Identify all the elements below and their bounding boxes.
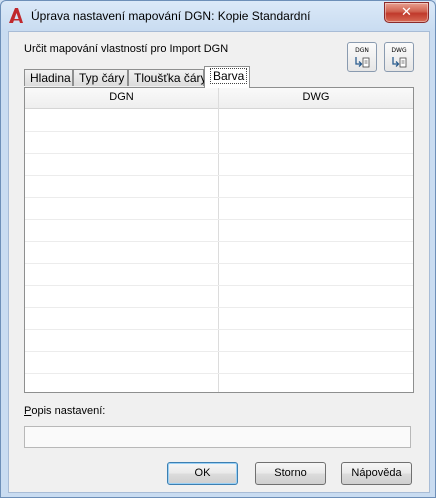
cancel-button[interactable]: Storno (255, 462, 326, 485)
tab-tloustka-cary[interactable]: Tloušťka čáry (128, 69, 207, 86)
table-row[interactable] (25, 307, 413, 330)
table-row[interactable] (25, 219, 413, 242)
import-dgn-button[interactable]: DGN (347, 42, 377, 72)
table-row[interactable] (25, 197, 413, 220)
table-header: DGN DWG (25, 88, 413, 109)
table-row[interactable] (25, 109, 413, 132)
tab-hladina[interactable]: Hladina (24, 69, 73, 86)
tab-barva[interactable]: Barva (204, 66, 250, 88)
mapping-table[interactable]: DGN DWG (24, 87, 414, 393)
ok-button[interactable]: OK (167, 462, 238, 485)
help-button[interactable]: Nápověda (341, 462, 412, 485)
close-icon: ✕ (401, 5, 412, 20)
dialog-body: Určit mapování vlastností pro Import DGN… (8, 31, 430, 493)
import-dwg-icon (392, 57, 407, 68)
table-row[interactable] (25, 131, 413, 154)
import-dgn-icon (355, 57, 370, 68)
title-bar[interactable]: Úprava nastavení mapování DGN: Kopie Sta… (1, 1, 435, 31)
table-row[interactable] (25, 241, 413, 264)
table-row[interactable] (25, 175, 413, 198)
description-label-text: opis nastavení: (31, 405, 106, 417)
description-field[interactable] (24, 426, 411, 448)
import-dgn-label: DGN (355, 47, 369, 54)
table-row[interactable] (25, 153, 413, 176)
window-title: Úprava nastavení mapování DGN: Kopie Sta… (31, 9, 311, 23)
column-header-dgn[interactable]: DGN (25, 91, 218, 103)
tab-barva-label: Barva (210, 68, 248, 84)
table-row[interactable] (25, 373, 413, 392)
close-button[interactable]: ✕ (384, 2, 429, 23)
table-row[interactable] (25, 329, 413, 352)
table-row[interactable] (25, 351, 413, 374)
import-dwg-label: DWG (391, 47, 407, 54)
table-row[interactable] (25, 263, 413, 286)
tab-typ-cary[interactable]: Typ čáry (73, 69, 128, 86)
import-dwg-button[interactable]: DWG (384, 42, 414, 72)
description-label: Popis nastavení: (24, 405, 105, 417)
autocad-app-icon (9, 8, 23, 23)
column-header-dwg[interactable]: DWG (219, 91, 413, 103)
table-row[interactable] (25, 285, 413, 308)
dialog-window: Úprava nastavení mapování DGN: Kopie Sta… (0, 0, 436, 498)
mapping-heading: Určit mapování vlastností pro Import DGN (24, 43, 229, 55)
